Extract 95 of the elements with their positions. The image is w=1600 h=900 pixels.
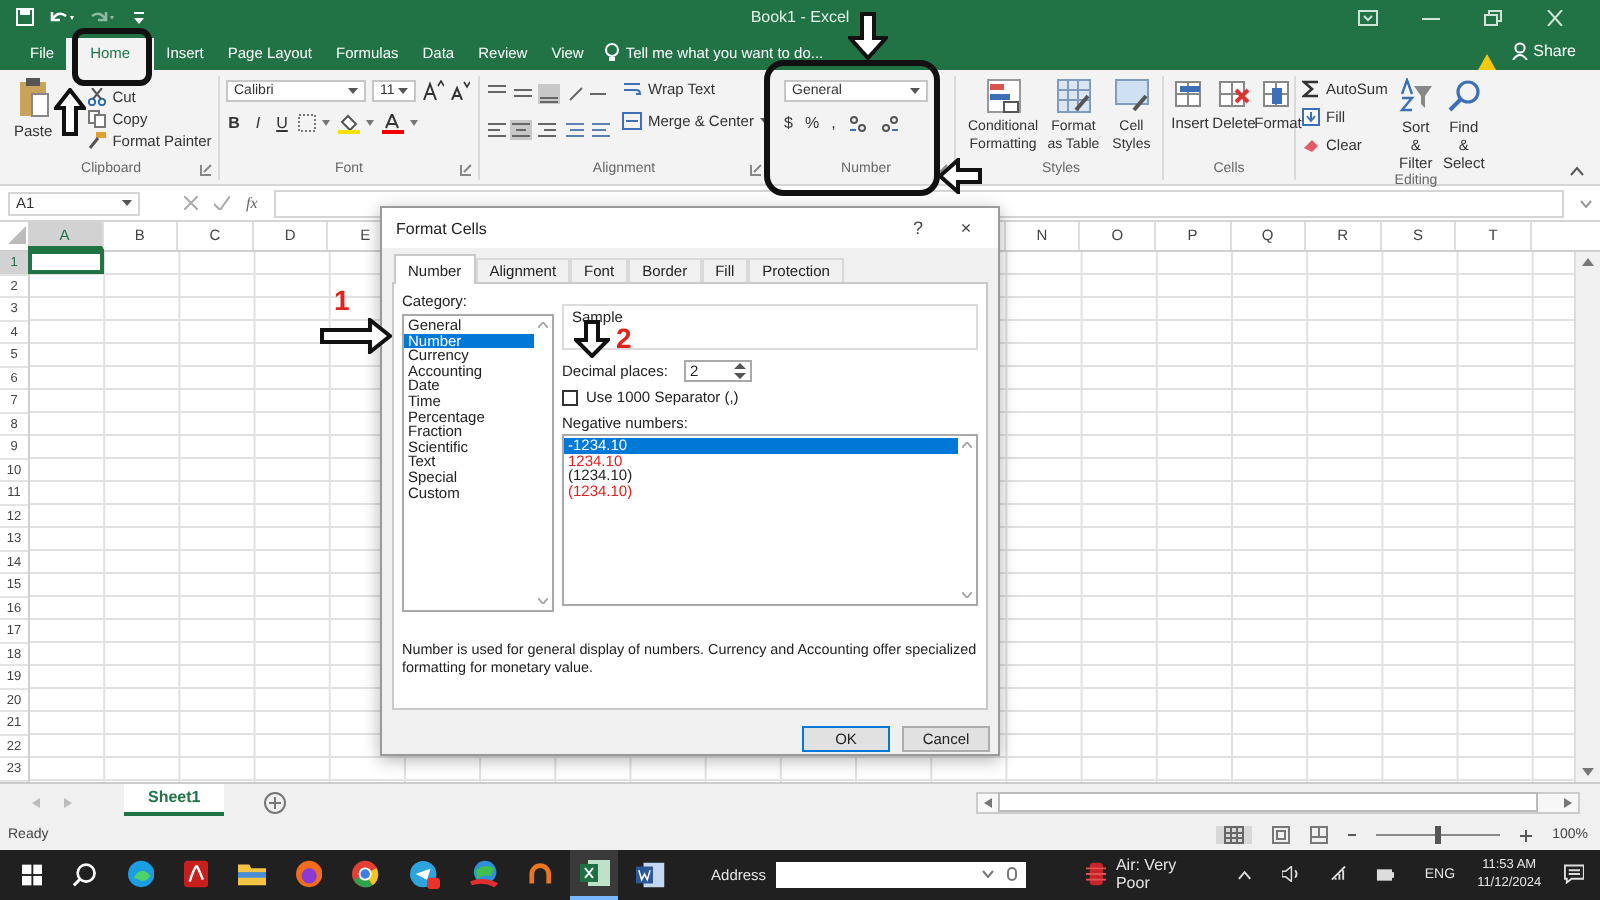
browser-icon[interactable] (127, 860, 154, 889)
zoom-out-icon[interactable] (1348, 830, 1357, 841)
cells-icon (1218, 77, 1250, 110)
sort-filter-icon (1397, 77, 1434, 114)
step-number: 1 (334, 284, 350, 316)
spin-arrows-icon[interactable] (733, 362, 746, 380)
customize-icon[interactable] (132, 8, 146, 27)
horizontal-scrollbar[interactable] (976, 791, 1580, 814)
headphones-icon[interactable] (527, 861, 552, 888)
highlight-frame (72, 28, 152, 86)
font-style-button[interactable]: U (274, 114, 290, 133)
document-app-icon[interactable] (636, 861, 666, 888)
page-layout-view-icon[interactable] (1272, 826, 1291, 845)
globe-icon[interactable] (469, 860, 498, 889)
borders-icon[interactable] (298, 114, 330, 133)
folder-icon[interactable] (238, 862, 267, 887)
down-arrow (848, 12, 888, 60)
scroll-up-icon[interactable] (1582, 258, 1594, 267)
grow-font-icon[interactable] (422, 80, 444, 101)
selected-cell[interactable] (28, 250, 104, 274)
fox-browser-icon[interactable] (296, 860, 323, 889)
sigma-icon (1302, 79, 1320, 98)
dialog-launcher-icon[interactable] (936, 163, 948, 176)
number-style-button[interactable]: $ (784, 114, 793, 133)
person-icon (1511, 42, 1528, 61)
notification-icon[interactable] (1563, 864, 1584, 885)
copy-icon (88, 109, 107, 128)
save-icon[interactable] (16, 8, 34, 27)
spreadsheet-icon (579, 859, 610, 886)
caret-icon (348, 87, 358, 94)
caret-icon (398, 87, 408, 94)
undo-icon[interactable] (48, 8, 76, 27)
font-color-icon[interactable] (382, 113, 418, 134)
horizontal-align-icons[interactable] (486, 119, 614, 140)
messenger-icon[interactable] (409, 859, 440, 890)
scroll-left-icon[interactable] (984, 797, 992, 808)
fill-down-icon (1302, 107, 1320, 126)
increase-decimal-icon[interactable] (847, 113, 868, 134)
help-button[interactable]: ? (894, 218, 942, 238)
search-icon (1445, 77, 1482, 114)
number-style-button[interactable]: % (804, 114, 820, 133)
cells-icon (1174, 77, 1206, 110)
shrink-font-icon[interactable] (450, 80, 470, 101)
scroll-down-icon[interactable] (1582, 767, 1594, 776)
close-icon[interactable] (1546, 9, 1564, 26)
add-sheet-icon[interactable] (264, 791, 287, 814)
paintbrush-icon (88, 131, 107, 150)
wrap-text-icon (622, 79, 642, 98)
ribbon-display-icon[interactable] (1358, 9, 1378, 26)
page-break-view-icon[interactable] (1310, 826, 1329, 845)
lightbulb-icon (603, 41, 620, 62)
expand-icon[interactable] (1580, 199, 1592, 208)
eraser-icon (1302, 135, 1320, 154)
caret-icon (910, 87, 920, 94)
merge-icon (622, 111, 642, 130)
address-field[interactable] (776, 861, 1026, 888)
conditional-format-icon (985, 77, 1022, 114)
windows-start-icon[interactable] (22, 863, 43, 886)
air-quality-icon (1085, 862, 1106, 887)
caret-icon (122, 200, 132, 207)
restore-icon[interactable] (1484, 9, 1502, 26)
cells-icon (1262, 77, 1294, 110)
close-button[interactable]: × (942, 218, 990, 238)
sheet-tab[interactable]: Sheet1 (124, 783, 225, 816)
share-button[interactable]: Share (1495, 35, 1600, 68)
scissors-icon (88, 87, 107, 106)
font-style-button[interactable]: B (226, 114, 242, 133)
step-number: 2 (616, 322, 632, 354)
font-style-button[interactable]: I (250, 114, 266, 133)
speaker-icon[interactable] (1282, 866, 1299, 883)
number-style-button[interactable]: , (831, 114, 836, 133)
network-icon[interactable] (1329, 866, 1346, 883)
decrease-decimal-icon[interactable] (879, 113, 900, 134)
vertical-scrollbar[interactable] (1574, 252, 1600, 782)
chevron-up-icon[interactable] (1238, 869, 1253, 880)
clipboard-icon (17, 77, 50, 118)
normal-view-icon[interactable] (1216, 826, 1253, 845)
window-title: Book1 - Excel (750, 8, 850, 27)
up-arrow (54, 88, 86, 136)
search-icon[interactable] (72, 861, 98, 888)
excel-taskbar-icon[interactable] (569, 849, 619, 900)
cell-styles-icon (1113, 77, 1150, 114)
fill-color-icon[interactable] (338, 113, 374, 134)
weather-text[interactable]: Air: Very Poor (1115, 856, 1209, 893)
pdf-icon[interactable] (183, 860, 209, 889)
insert-function-button[interactable]: fx (246, 194, 258, 213)
chrome-icon[interactable] (352, 860, 380, 889)
redo-icon[interactable] (90, 8, 118, 27)
table-format-icon (1055, 77, 1092, 114)
scroll-right-icon[interactable] (1564, 797, 1572, 808)
battery-icon[interactable] (1375, 867, 1395, 882)
checkbox[interactable] (562, 389, 578, 405)
caret-icon (981, 870, 994, 879)
zoom-in-icon[interactable] (1520, 829, 1533, 842)
collapse-ribbon-icon[interactable] (1570, 165, 1584, 176)
